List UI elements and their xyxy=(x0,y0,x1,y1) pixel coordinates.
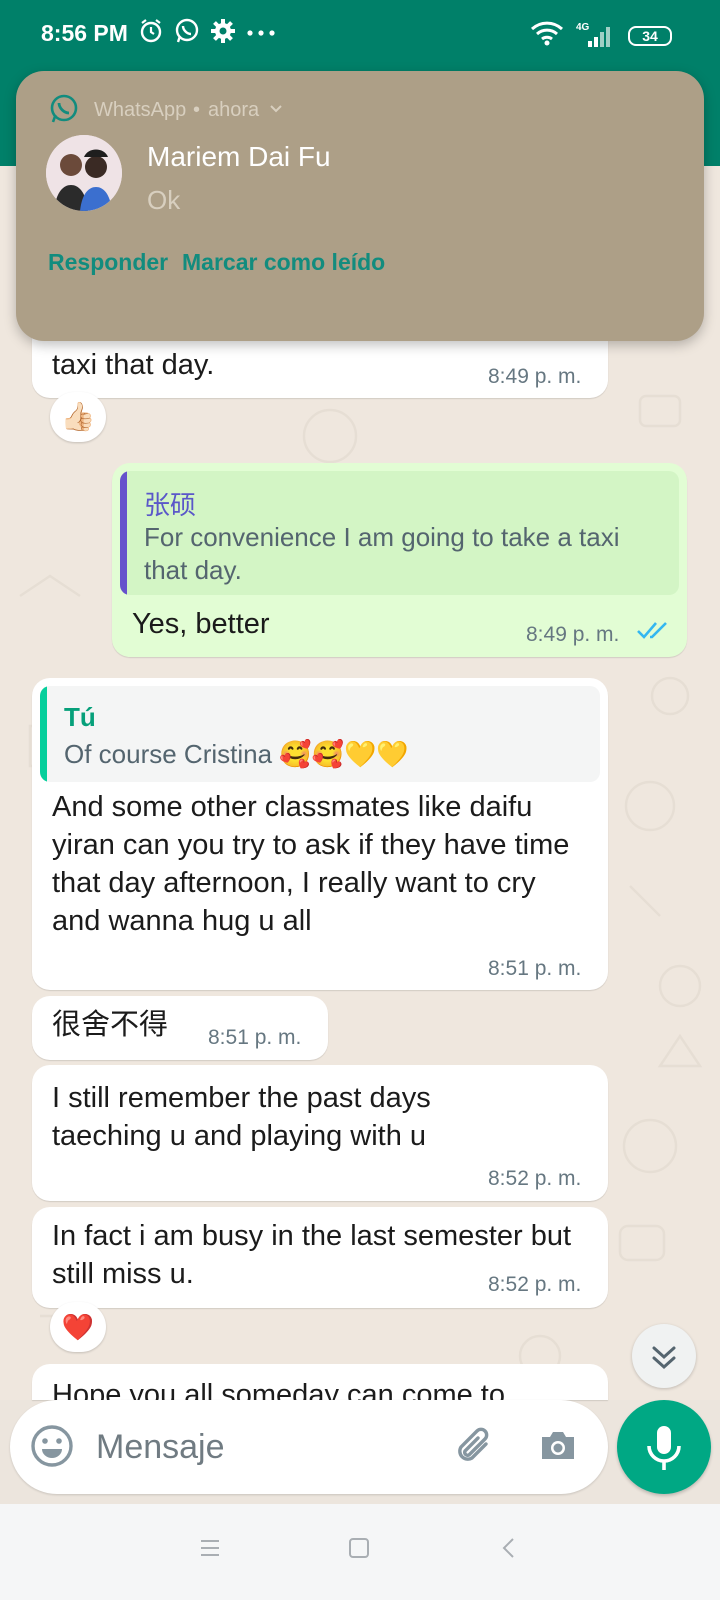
scroll-to-bottom-button[interactable] xyxy=(632,1324,696,1388)
whatsapp-icon xyxy=(174,18,200,49)
message-time: 8:51 p. m. xyxy=(488,957,582,980)
message-time: 8:52 p. m. xyxy=(488,1273,582,1296)
avatar xyxy=(46,135,122,211)
gear-icon xyxy=(210,18,236,49)
reply-button[interactable]: Responder xyxy=(48,249,168,276)
mark-as-read-button[interactable]: Marcar como leído xyxy=(182,249,385,276)
battery-indicator: 34 xyxy=(628,25,672,46)
message-bubble-outgoing[interactable]: 张硕 For convenience I am going to take a … xyxy=(112,463,687,657)
status-time: 8:56 PM xyxy=(41,20,128,46)
message-bubble-incoming[interactable]: I still remember the past days taeching … xyxy=(32,1065,608,1201)
quote-author: 张硕 xyxy=(144,490,197,520)
quote-bar xyxy=(40,686,47,782)
notification-app-name: WhatsApp xyxy=(94,99,187,121)
message-time: 8:49 p. m. xyxy=(488,365,582,388)
home-icon[interactable] xyxy=(347,1536,371,1565)
notification-title: Mariem Dai Fu xyxy=(147,141,331,172)
back-icon[interactable] xyxy=(498,1536,522,1565)
notification-card[interactable]: WhatsApp • ahora Mariem Dai Fu Ok Respon… xyxy=(16,71,704,341)
voice-record-button[interactable] xyxy=(617,1400,711,1494)
scroll-down-icon xyxy=(652,1346,676,1370)
notification-separator: • xyxy=(193,99,201,121)
mic-icon xyxy=(647,1426,681,1470)
quoted-message[interactable]: 张硕 For convenience I am going to take a … xyxy=(120,471,679,595)
message-time: 8:49 p. m. xyxy=(526,623,620,646)
message-bubble-incoming[interactable]: 很舍不得 8:51 p. m. xyxy=(32,996,328,1060)
message-text: 很舍不得 xyxy=(52,1009,169,1041)
reaction-badge[interactable]: ❤️ xyxy=(50,1302,106,1352)
alarm-icon xyxy=(138,18,164,49)
notification-body: Ok xyxy=(147,185,181,215)
status-icons-left xyxy=(138,18,276,49)
message-time: 8:51 p. m. xyxy=(208,1026,302,1049)
attach-icon[interactable] xyxy=(450,1422,498,1475)
quote-text: For convenience I am going to take a tax… xyxy=(144,522,620,585)
message-text: taxi that day. xyxy=(52,349,215,381)
quote-bar xyxy=(120,471,127,595)
quote-text: Of course Cristina 🥰🥰💛💛 xyxy=(64,739,409,769)
message-text: Hope you all someday can come to xyxy=(52,1379,505,1400)
message-input[interactable]: Mensaje xyxy=(96,1428,225,1467)
status-bar: 8:56 PM 4G 34 xyxy=(0,0,720,68)
menu-icon[interactable] xyxy=(198,1536,222,1565)
message-text: Yes, better xyxy=(132,608,270,640)
message-composer[interactable]: Mensaje xyxy=(10,1400,608,1494)
quoted-message[interactable]: Tú Of course Cristina 🥰🥰💛💛 xyxy=(40,686,600,782)
chevron-down-icon[interactable] xyxy=(268,101,284,122)
system-nav-bar xyxy=(0,1504,720,1600)
read-ticks-icon xyxy=(636,619,672,647)
message-time: 8:52 p. m. xyxy=(488,1167,582,1190)
reaction-badge[interactable]: 👍🏻 xyxy=(50,392,106,442)
message-bubble-incoming[interactable]: Hope you all someday can come to xyxy=(32,1364,608,1400)
camera-icon[interactable] xyxy=(536,1424,580,1473)
more-dots-icon xyxy=(246,25,276,43)
notification-time: ahora xyxy=(208,99,260,121)
message-bubble-incoming[interactable]: In fact i am busy in the last semester b… xyxy=(32,1207,608,1308)
message-bubble-incoming[interactable]: Tú Of course Cristina 🥰🥰💛💛 And some othe… xyxy=(32,678,608,990)
signal-icon: 4G xyxy=(576,22,616,49)
emoji-icon[interactable] xyxy=(28,1422,76,1475)
quote-author: Tú xyxy=(64,702,96,732)
status-icons-right: 4G 34 xyxy=(530,20,672,51)
whatsapp-icon xyxy=(48,93,80,130)
message-text: And some other classmates like daifu yir… xyxy=(52,791,570,937)
wifi-icon xyxy=(530,20,564,51)
message-text: I still remember the past days taeching … xyxy=(52,1082,431,1152)
